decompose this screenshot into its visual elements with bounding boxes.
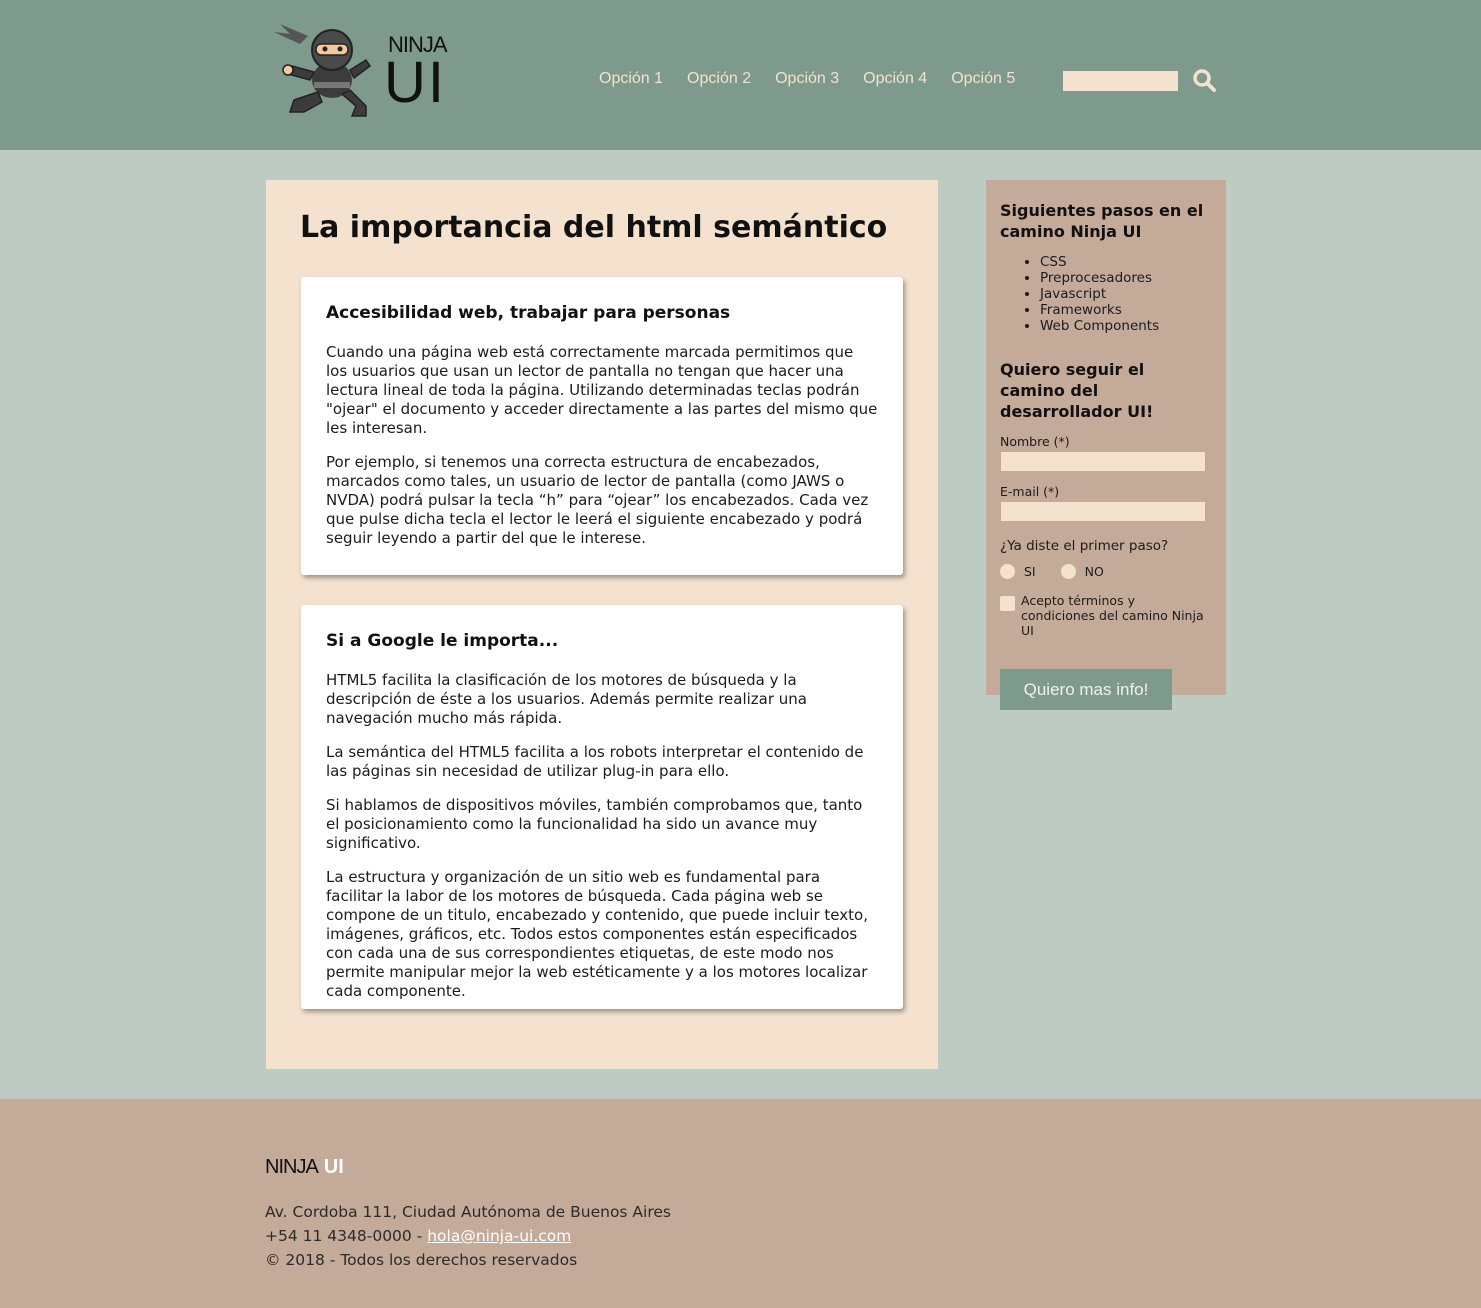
- card-heading: Accesibilidad web, trabajar para persona…: [326, 303, 731, 323]
- list-item: Javascript: [1040, 286, 1212, 302]
- list-item: Frameworks: [1040, 302, 1212, 318]
- site-logo[interactable]: NINJA UI: [270, 20, 460, 120]
- name-field[interactable]: [1000, 451, 1206, 472]
- radio-no-label: NO: [1084, 564, 1104, 579]
- card-paragraph: HTML5 facilita la clasificación de los m…: [326, 671, 807, 727]
- card-heading: Si a Google le importa...: [326, 631, 559, 651]
- footer-email-link[interactable]: hola@ninja-ui.com: [427, 1227, 571, 1245]
- name-label: Nombre (*): [1000, 434, 1070, 449]
- main-nav: Opción 1 Opción 2 Opción 3 Opción 4 Opci…: [599, 70, 1039, 88]
- terms-row: Acepto términos y condiciones del camino…: [1000, 593, 1212, 638]
- site-header: NINJA UI Opción 1 Opción 2 Opción 3 Opci…: [0, 0, 1481, 150]
- radio-si-label: SI: [1024, 564, 1036, 579]
- next-steps-list: CSS Preprocesadores Javascript Framework…: [1040, 254, 1212, 334]
- list-item: CSS: [1040, 254, 1212, 270]
- article-card-google: Si a Google le importa... HTML5 facilita…: [301, 605, 903, 1009]
- card-paragraph: La estructura y organización de un sitio…: [326, 868, 868, 1000]
- sidebar: Siguientes pasos en el camino Ninja UI C…: [986, 180, 1226, 710]
- nav-item-opcion-3[interactable]: Opción 3: [775, 70, 839, 88]
- ninja-mascot-icon: [274, 24, 372, 117]
- card-paragraph: La semántica del HTML5 facilita a los ro…: [326, 743, 864, 780]
- article-card-accesibilidad: Accesibilidad web, trabajar para persona…: [301, 277, 903, 575]
- next-steps-title: Siguientes pasos en el camino Ninja UI: [1000, 201, 1204, 241]
- footer-logo-ninja: NINJA: [265, 1156, 319, 1178]
- site-footer: NINJA UI Av. Cordoba 111, Ciudad Autónoma…: [0, 1099, 1481, 1308]
- signup-form: Nombre (*) E-mail (*) ¿Ya diste el prime…: [1000, 434, 1212, 710]
- footer-address: Av. Cordoba 111, Ciudad Autónoma de Buen…: [265, 1203, 671, 1221]
- search-input[interactable]: [1063, 71, 1178, 91]
- card-paragraph: Si hablamos de dispositivos móviles, tam…: [326, 796, 863, 852]
- email-label: E-mail (*): [1000, 484, 1060, 499]
- form-title: Quiero seguir el camino del desarrollado…: [1000, 360, 1154, 421]
- main-article: La importancia del html semántico Accesi…: [266, 180, 938, 1069]
- search-icon[interactable]: [1192, 68, 1216, 92]
- terms-checkbox[interactable]: [1000, 596, 1015, 611]
- first-step-radio-group: SI NO: [1000, 564, 1212, 579]
- email-field[interactable]: [1000, 501, 1206, 522]
- nav-item-opcion-5[interactable]: Opción 5: [951, 70, 1015, 88]
- footer-phone-row: +54 11 4348-0000 - hola@ninja-ui.com: [265, 1224, 671, 1248]
- nav-item-opcion-1[interactable]: Opción 1: [599, 70, 663, 88]
- card-paragraph: Cuando una página web está correctamente…: [326, 343, 878, 437]
- article-title: La importancia del html semántico: [300, 210, 888, 245]
- submit-button[interactable]: Quiero mas info!: [1000, 669, 1172, 710]
- list-item: Web Components: [1040, 318, 1212, 334]
- footer-copyright: © 2018 - Todos los derechos reservados: [265, 1251, 578, 1269]
- card-paragraph: Por ejemplo, si tenemos una correcta est…: [326, 453, 869, 547]
- footer-logo-ui: UI: [323, 1156, 344, 1178]
- first-step-question: ¿Ya diste el primer paso?: [1000, 538, 1169, 554]
- footer-phone: +54 11 4348-0000 -: [265, 1227, 428, 1245]
- logo-text-ui: UI: [384, 50, 446, 115]
- footer-logo: NINJA UI: [265, 1156, 344, 1179]
- terms-label: Acepto términos y condiciones del camino…: [1021, 593, 1204, 638]
- nav-item-opcion-2[interactable]: Opción 2: [687, 70, 751, 88]
- radio-si[interactable]: [1000, 564, 1015, 579]
- radio-no[interactable]: [1060, 564, 1076, 579]
- footer-contact: Av. Cordoba 111, Ciudad Autónoma de Buen…: [265, 1200, 671, 1272]
- nav-item-opcion-4[interactable]: Opción 4: [863, 70, 927, 88]
- list-item: Preprocesadores: [1040, 270, 1212, 286]
